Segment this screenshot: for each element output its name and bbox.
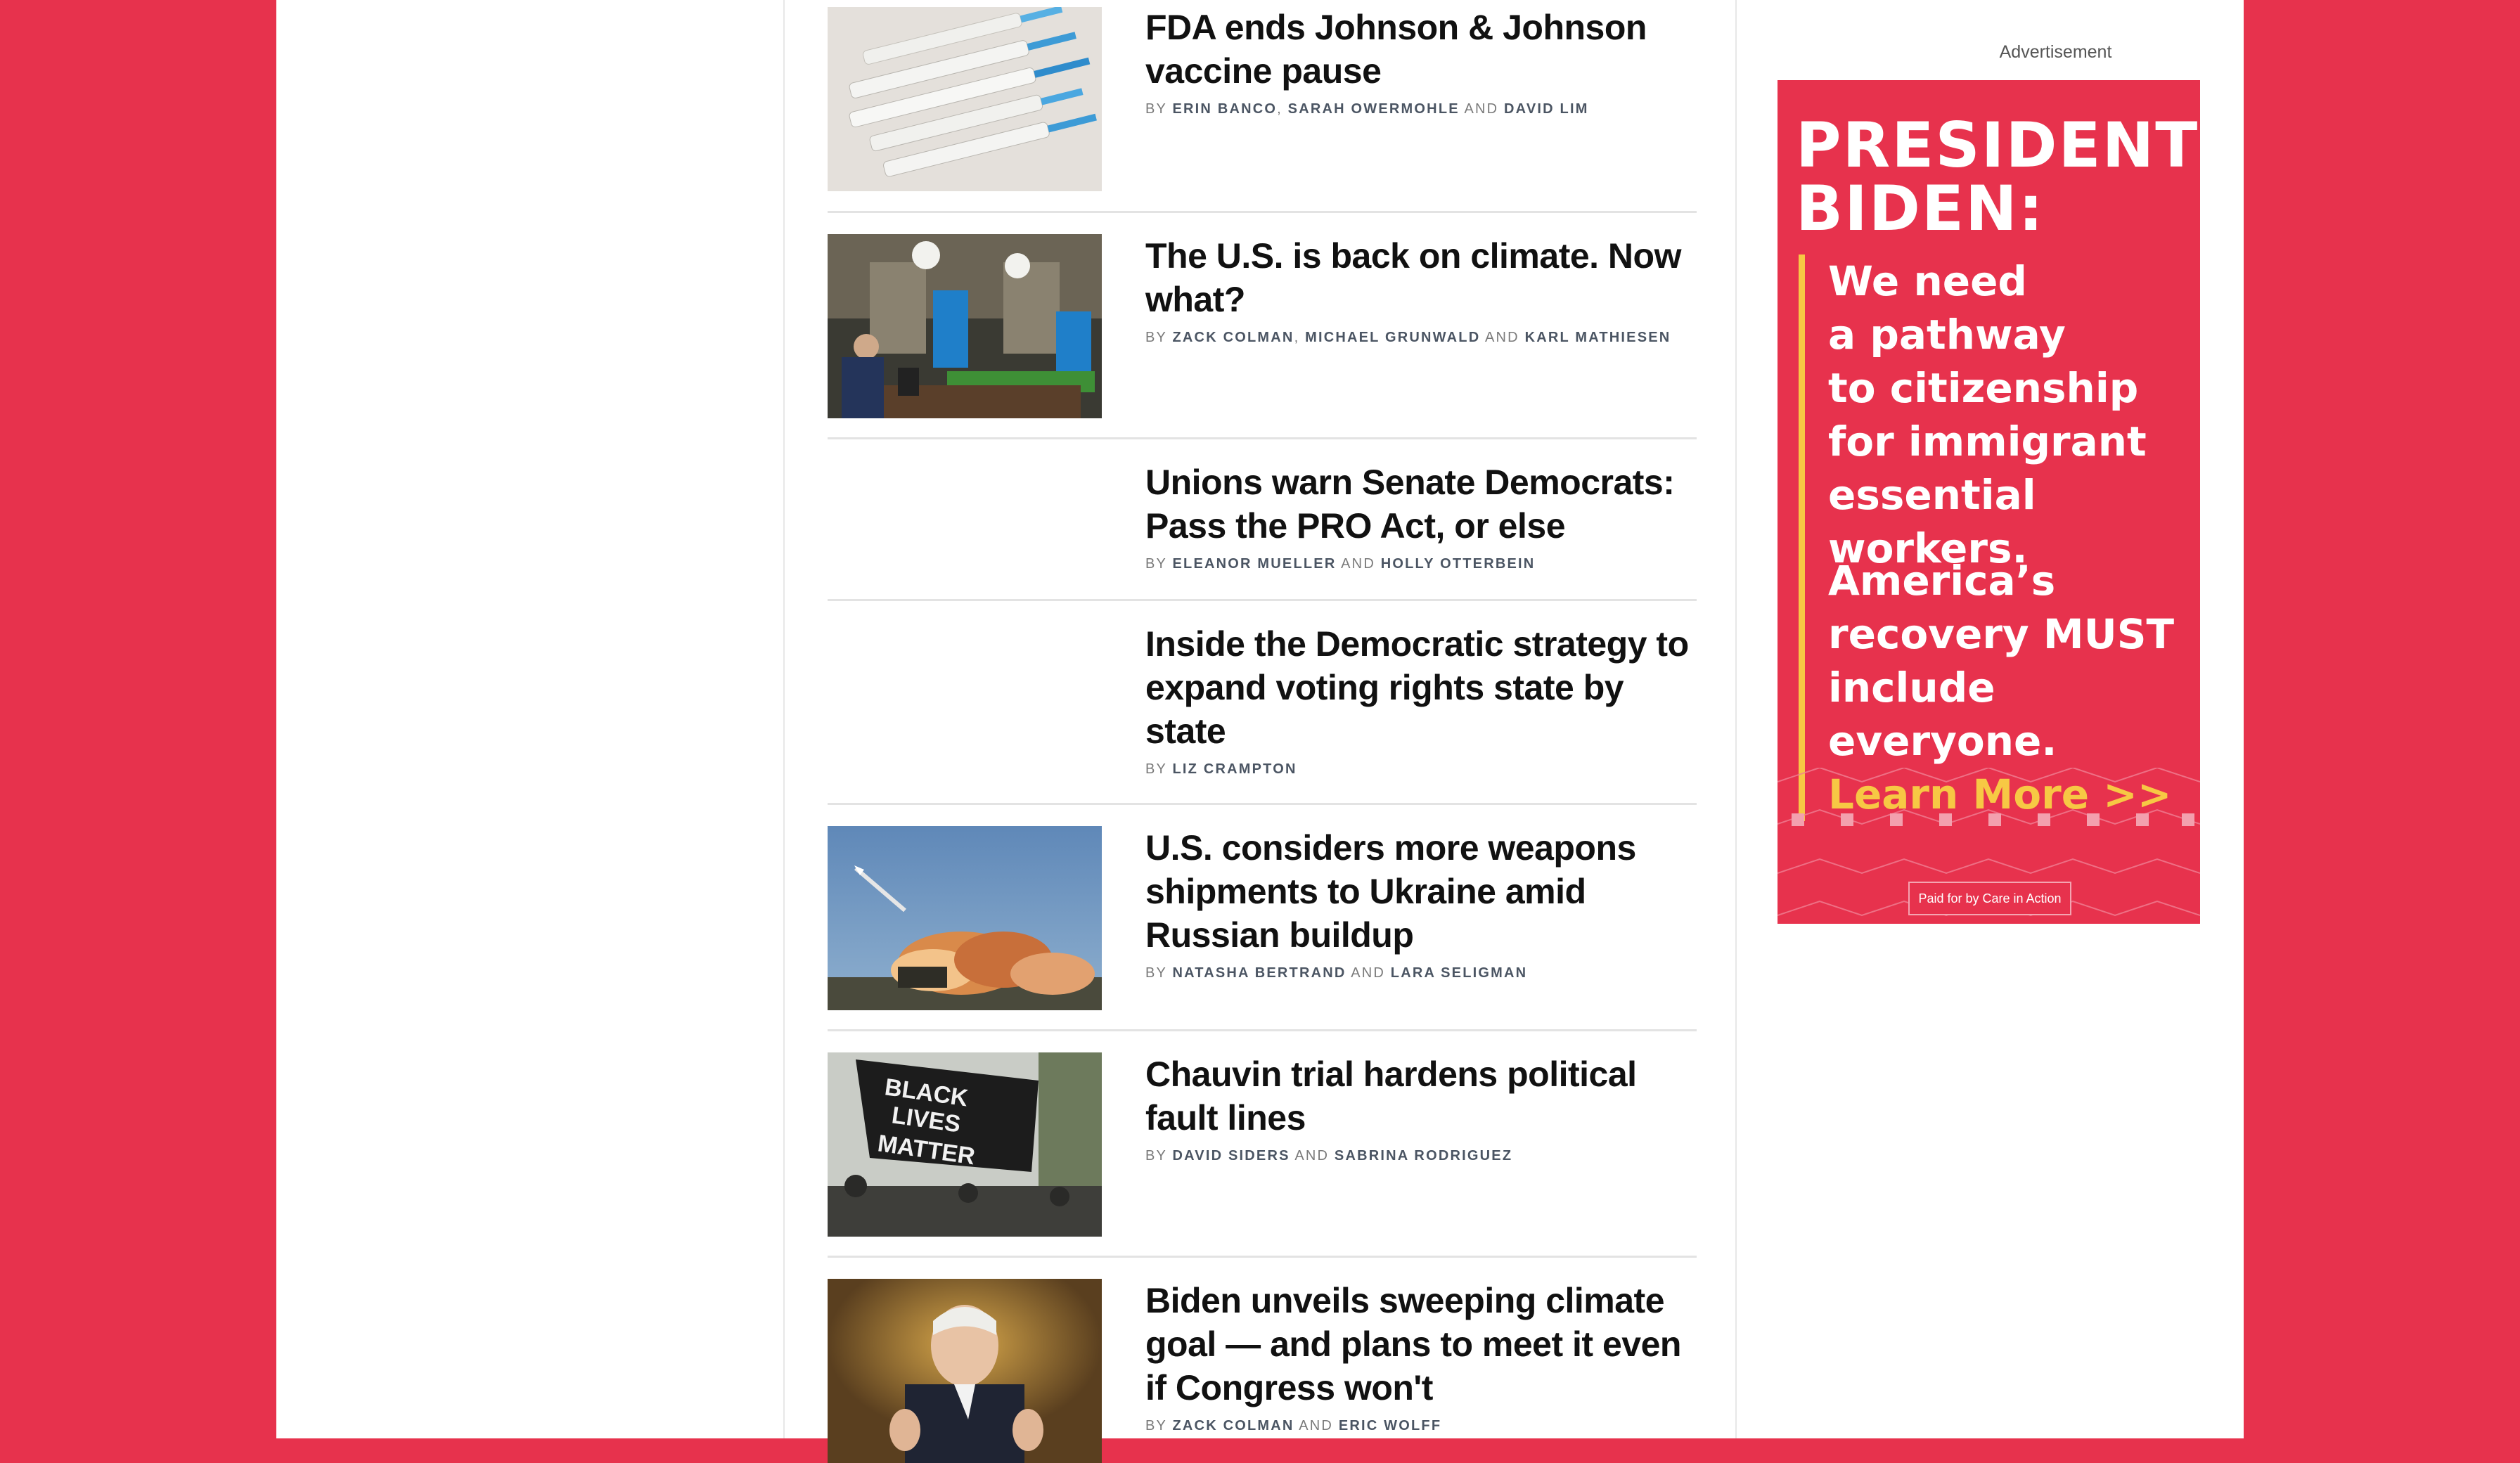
- story-text: Inside the Democratic strategy to expand…: [1145, 622, 1701, 778]
- story-byline: BY DAVID SIDERS AND SABRINA RODRIGUEZ: [1145, 1148, 1513, 1164]
- author-link[interactable]: ERIN BANCO: [1172, 101, 1277, 117]
- author-link[interactable]: LARA SELIGMAN: [1391, 965, 1528, 981]
- author-link[interactable]: LIZ CRAMPTON: [1172, 761, 1297, 777]
- missile-launch-photo: [828, 826, 1102, 1010]
- author-link[interactable]: SABRINA RODRIGUEZ: [1335, 1148, 1512, 1164]
- author-link[interactable]: DAVID SIDERS: [1172, 1148, 1290, 1164]
- ad-label: Advertisement: [1999, 42, 2112, 62]
- story-item: FDA ends Johnson & Johnson vaccine pause…: [828, 0, 1697, 211]
- author-link[interactable]: KARL MATHIESEN: [1525, 330, 1671, 345]
- author-link[interactable]: ERIC WOLFF: [1339, 1418, 1441, 1433]
- author-link[interactable]: SARAH OWERMOHLE: [1288, 101, 1460, 117]
- story-byline: BY ZACK COLMAN, MICHAEL GRUNWALD AND KAR…: [1145, 330, 1671, 345]
- story-thumbnail[interactable]: [828, 7, 1102, 191]
- author-link[interactable]: ELEANOR MUELLER: [1172, 556, 1336, 572]
- story-item: BLACK LIVES MATTER Chauvin trial hardens…: [828, 1029, 1697, 1258]
- story-byline: BY ELEANOR MUELLER AND HOLLY OTTERBEIN: [1145, 556, 1536, 572]
- author-link[interactable]: DAVID LIM: [1504, 101, 1589, 117]
- author-link[interactable]: MICHAEL GRUNWALD: [1305, 330, 1480, 345]
- ad-title: PRESIDENT BIDEN:: [1796, 109, 2199, 245]
- story-thumbnail[interactable]: BLACK LIVES MATTER: [828, 1052, 1102, 1237]
- story-thumbnail[interactable]: [828, 1279, 1102, 1463]
- story-byline: BY ZACK COLMAN AND ERIC WOLFF: [1145, 1418, 1442, 1433]
- story-text: Chauvin trial hardens political fault li…: [1145, 1052, 1701, 1164]
- story-thumbnail[interactable]: [828, 234, 1102, 418]
- story-item: The U.S. is back on climate. Now what? B…: [828, 211, 1697, 439]
- story-text: Unions warn Senate Democrats: Pass the P…: [1145, 460, 1701, 572]
- climate-summit-photo: [828, 234, 1102, 418]
- story-item: U.S. considers more weapons shipments to…: [828, 803, 1697, 1031]
- story-byline: BY LIZ CRAMPTON: [1145, 761, 1297, 777]
- story-headline[interactable]: The U.S. is back on climate. Now what?: [1145, 234, 1701, 321]
- story-text: FDA ends Johnson & Johnson vaccine pause…: [1145, 6, 1701, 117]
- author-link[interactable]: HOLLY OTTERBEIN: [1381, 556, 1536, 572]
- story-item: Inside the Democratic strategy to expand…: [828, 599, 1697, 805]
- story-text: The U.S. is back on climate. Now what? B…: [1145, 234, 1701, 346]
- story-headline[interactable]: Unions warn Senate Democrats: Pass the P…: [1145, 460, 1701, 548]
- story-byline: BY ERIN BANCO, SARAH OWERMOHLE AND DAVID…: [1145, 101, 1589, 117]
- black-lives-matter-flag-photo: BLACK LIVES MATTER: [828, 1052, 1102, 1237]
- story-headline[interactable]: Inside the Democratic strategy to expand…: [1145, 622, 1701, 753]
- biden-speech-photo: [828, 1279, 1102, 1463]
- ad-disclaimer: Paid for by Care in Action: [1908, 882, 2071, 915]
- author-link[interactable]: ZACK COLMAN: [1172, 1418, 1294, 1433]
- story-headline[interactable]: Biden unveils sweeping climate goal — an…: [1145, 1279, 1701, 1410]
- syringes-photo: [828, 7, 1102, 191]
- story-byline: BY NATASHA BERTRAND AND LARA SELIGMAN: [1145, 965, 1528, 981]
- ad-message-block: We need a pathway to citizenship for imm…: [1799, 254, 2200, 575]
- story-text: Biden unveils sweeping climate goal — an…: [1145, 1279, 1701, 1434]
- author-link[interactable]: ZACK COLMAN: [1172, 330, 1294, 345]
- story-thumbnail[interactable]: [828, 826, 1102, 1010]
- story-headline[interactable]: FDA ends Johnson & Johnson vaccine pause: [1145, 6, 1701, 93]
- story-headline[interactable]: Chauvin trial hardens political fault li…: [1145, 1052, 1701, 1140]
- story-headline[interactable]: U.S. considers more weapons shipments to…: [1145, 826, 1701, 957]
- author-link[interactable]: NATASHA BERTRAND: [1172, 965, 1346, 981]
- ad-banner[interactable]: PRESIDENT BIDEN: We need a pathway to ci…: [1778, 80, 2200, 924]
- story-item: Biden unveils sweeping climate goal — an…: [828, 1256, 1697, 1463]
- story-text: U.S. considers more weapons shipments to…: [1145, 826, 1701, 981]
- story-item: Unions warn Senate Democrats: Pass the P…: [828, 437, 1697, 601]
- story-list: FDA ends Johnson & Johnson vaccine pause…: [783, 0, 1737, 1463]
